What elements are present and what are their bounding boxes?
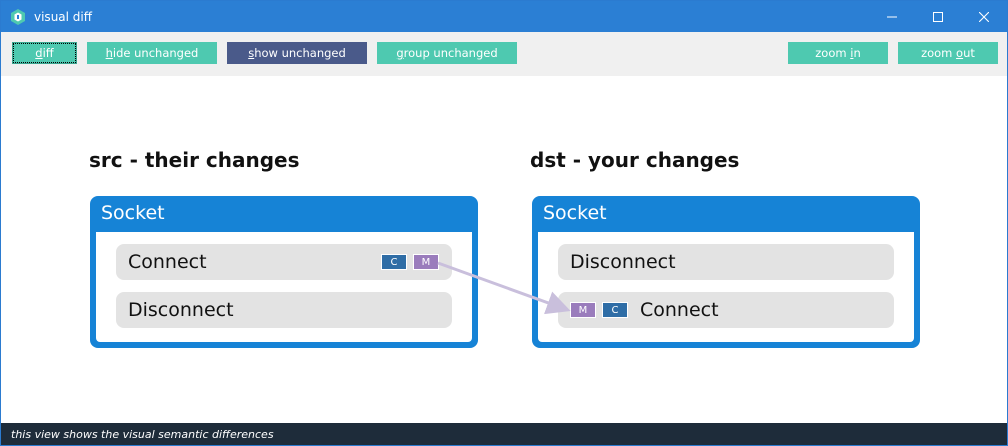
zoom-out-accesskey: o	[956, 46, 964, 60]
group-unchanged-button[interactable]: g roup unchanged	[377, 42, 517, 64]
moved-badge: M	[413, 254, 439, 270]
status-text: this view shows the visual semantic diff…	[11, 427, 274, 441]
src-heading: src - their changes	[89, 148, 300, 172]
dst-socket-class[interactable]: Socket Disconnect M C Connect	[532, 196, 920, 348]
close-button[interactable]	[961, 1, 1007, 32]
diff-button[interactable]: d iff	[12, 42, 77, 64]
hide-unchanged-button[interactable]: h ide unchanged	[87, 42, 217, 64]
dst-member-disconnect[interactable]: Disconnect	[558, 244, 894, 280]
member-label: Disconnect	[128, 299, 234, 321]
title-bar[interactable]: visual diff	[1, 1, 1007, 32]
zoom-out-label: ut	[963, 46, 975, 60]
close-icon	[979, 11, 989, 22]
changed-badge: C	[602, 302, 628, 318]
dst-heading: dst - your changes	[530, 148, 740, 172]
group-unchanged-accesskey: g	[396, 46, 404, 60]
minimize-icon	[887, 16, 897, 17]
member-label: Connect	[128, 251, 207, 273]
window-title: visual diff	[34, 9, 93, 24]
maximize-button[interactable]	[915, 1, 961, 32]
zoom-in-label-prefix: zoom	[815, 46, 851, 60]
hide-unchanged-accesskey: h	[105, 46, 113, 60]
dst-class-title: Socket	[543, 202, 607, 224]
src-class-members: Connect C M Disconnect	[96, 232, 472, 342]
src-member-connect[interactable]: Connect C M	[116, 244, 452, 280]
show-unchanged-button[interactable]: s how unchanged	[227, 42, 367, 64]
window-controls	[869, 1, 1007, 32]
diff-canvas[interactable]: src - their changes dst - your changes S…	[1, 76, 1007, 423]
dst-member-connect[interactable]: M C Connect	[558, 292, 894, 328]
status-bar: this view shows the visual semantic diff…	[1, 423, 1007, 445]
member-label: Connect	[640, 299, 719, 321]
diff-button-accesskey: d	[35, 46, 43, 60]
group-unchanged-label: roup unchanged	[403, 46, 498, 60]
src-socket-class[interactable]: Socket Connect C M Disconnect	[90, 196, 478, 348]
visual-diff-window: visual diff d iff h ide unchanged s how unc…	[0, 0, 1008, 446]
member-label: Disconnect	[570, 251, 676, 273]
minimize-button[interactable]	[869, 1, 915, 32]
diff-button-label: iff	[42, 46, 54, 60]
toolbar: d iff h ide unchanged s how unchanged g roup…	[1, 32, 1007, 76]
maximize-icon	[933, 11, 943, 22]
show-unchanged-label: how unchanged	[254, 46, 346, 60]
dst-class-members: Disconnect M C Connect	[538, 232, 914, 342]
zoom-in-label: n	[853, 46, 861, 60]
zoom-in-button[interactable]: zoom in	[788, 42, 888, 64]
moved-badge: M	[570, 302, 596, 318]
src-class-title: Socket	[101, 202, 165, 224]
hide-unchanged-label: ide unchanged	[112, 46, 199, 60]
zoom-out-label-prefix: zoom	[921, 46, 957, 60]
zoom-out-button[interactable]: zoom o ut	[898, 42, 998, 64]
src-member-disconnect[interactable]: Disconnect	[116, 292, 452, 328]
app-logo-icon	[10, 8, 26, 25]
changed-badge: C	[381, 254, 407, 270]
